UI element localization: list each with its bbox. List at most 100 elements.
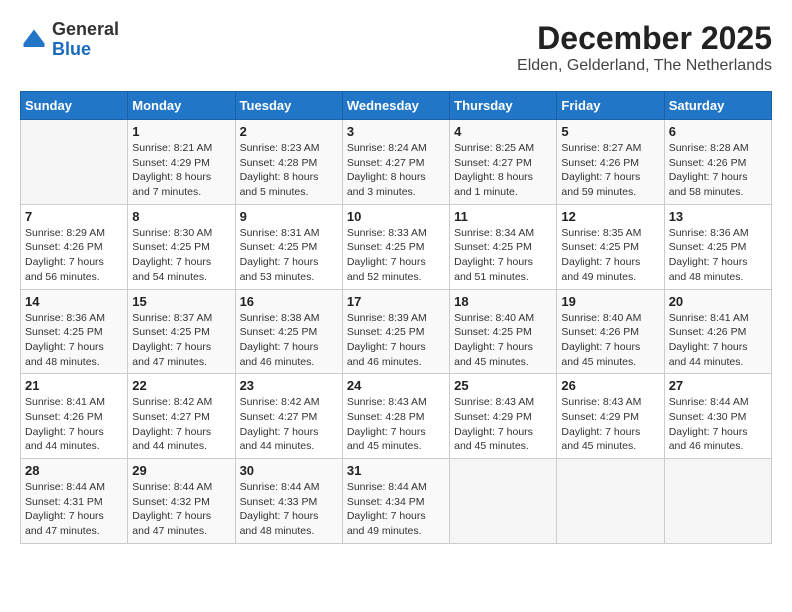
weekday-header: Tuesday [235, 92, 342, 120]
day-info: Sunrise: 8:38 AM Sunset: 4:25 PM Dayligh… [240, 311, 338, 370]
day-info: Sunrise: 8:43 AM Sunset: 4:28 PM Dayligh… [347, 395, 445, 454]
calendar-cell: 30Sunrise: 8:44 AM Sunset: 4:33 PM Dayli… [235, 459, 342, 544]
calendar-week-row: 7 Sunrise: 8:29 AM Sunset: 4:26 PM Daylig… [21, 204, 772, 289]
day-number: 6 [669, 124, 767, 139]
day-number: 11 [454, 209, 552, 224]
day-info: Sunrise: 8:44 AM Sunset: 4:34 PM Dayligh… [347, 480, 445, 539]
calendar-cell [664, 459, 771, 544]
calendar-cell: 25Sunrise: 8:43 AM Sunset: 4:29 PM Dayli… [450, 374, 557, 459]
weekday-header: Monday [128, 92, 235, 120]
day-info: Sunrise: 8:21 AM Sunset: 4:29 PM Dayligh… [132, 141, 230, 200]
day-number: 17 [347, 294, 445, 309]
day-info: Sunrise: 8:34 AM Sunset: 4:25 PM Dayligh… [454, 226, 552, 285]
day-number: 16 [240, 294, 338, 309]
title-area: December 2025 Elden, Gelderland, The Net… [517, 20, 772, 75]
day-info: Sunrise: 8:43 AM Sunset: 4:29 PM Dayligh… [561, 395, 659, 454]
day-number: 5 [561, 124, 659, 139]
day-number: 25 [454, 378, 552, 393]
day-info: Sunrise: 8:41 AM Sunset: 4:26 PM Dayligh… [25, 395, 123, 454]
day-info: Sunrise: 8:44 AM Sunset: 4:31 PM Dayligh… [25, 480, 123, 539]
calendar-cell: 16 Sunrise: 8:38 AM Sunset: 4:25 PM Dayli… [235, 289, 342, 374]
day-number: 14 [25, 294, 123, 309]
calendar-body: 1 Sunrise: 8:21 AM Sunset: 4:29 PM Daylig… [21, 120, 772, 544]
day-info: Sunrise: 8:40 AM Sunset: 4:26 PM Dayligh… [561, 311, 659, 370]
calendar-cell: 3 Sunrise: 8:24 AM Sunset: 4:27 PM Daylig… [342, 120, 449, 205]
day-number: 9 [240, 209, 338, 224]
calendar-cell: 13 Sunrise: 8:36 AM Sunset: 4:25 PM Dayli… [664, 204, 771, 289]
calendar-cell [450, 459, 557, 544]
calendar-cell: 17 Sunrise: 8:39 AM Sunset: 4:25 PM Dayli… [342, 289, 449, 374]
calendar-cell: 2 Sunrise: 8:23 AM Sunset: 4:28 PM Daylig… [235, 120, 342, 205]
calendar-cell: 20 Sunrise: 8:41 AM Sunset: 4:26 PM Dayli… [664, 289, 771, 374]
day-number: 1 [132, 124, 230, 139]
calendar-cell: 10Sunrise: 8:33 AM Sunset: 4:25 PM Dayli… [342, 204, 449, 289]
calendar-cell [21, 120, 128, 205]
day-info: Sunrise: 8:44 AM Sunset: 4:30 PM Dayligh… [669, 395, 767, 454]
day-info: Sunrise: 8:36 AM Sunset: 4:25 PM Dayligh… [25, 311, 123, 370]
weekday-header: Friday [557, 92, 664, 120]
day-info: Sunrise: 8:41 AM Sunset: 4:26 PM Dayligh… [669, 311, 767, 370]
day-info: Sunrise: 8:39 AM Sunset: 4:25 PM Dayligh… [347, 311, 445, 370]
day-number: 3 [347, 124, 445, 139]
month-title: December 2025 [517, 20, 772, 57]
calendar-cell: 21Sunrise: 8:41 AM Sunset: 4:26 PM Dayli… [21, 374, 128, 459]
day-info: Sunrise: 8:44 AM Sunset: 4:32 PM Dayligh… [132, 480, 230, 539]
calendar-cell: 5 Sunrise: 8:27 AM Sunset: 4:26 PM Daylig… [557, 120, 664, 205]
calendar-cell: 6 Sunrise: 8:28 AM Sunset: 4:26 PM Daylig… [664, 120, 771, 205]
calendar-cell: 29 Sunrise: 8:44 AM Sunset: 4:32 PM Dayli… [128, 459, 235, 544]
weekday-header: Wednesday [342, 92, 449, 120]
calendar-week-row: 14 Sunrise: 8:36 AM Sunset: 4:25 PM Dayli… [21, 289, 772, 374]
logo-general-text: General [52, 20, 119, 40]
day-info: Sunrise: 8:28 AM Sunset: 4:26 PM Dayligh… [669, 141, 767, 200]
calendar-cell: 9 Sunrise: 8:31 AM Sunset: 4:25 PM Daylig… [235, 204, 342, 289]
day-number: 31 [347, 463, 445, 478]
day-info: Sunrise: 8:23 AM Sunset: 4:28 PM Dayligh… [240, 141, 338, 200]
calendar-cell: 4Sunrise: 8:25 AM Sunset: 4:27 PM Daylig… [450, 120, 557, 205]
day-info: Sunrise: 8:29 AM Sunset: 4:26 PM Dayligh… [25, 226, 123, 285]
calendar-week-row: 28 Sunrise: 8:44 AM Sunset: 4:31 PM Dayli… [21, 459, 772, 544]
calendar-cell [557, 459, 664, 544]
calendar-cell: 24 Sunrise: 8:43 AM Sunset: 4:28 PM Dayli… [342, 374, 449, 459]
calendar-cell: 23Sunrise: 8:42 AM Sunset: 4:27 PM Dayli… [235, 374, 342, 459]
logo-blue-text: Blue [52, 40, 119, 60]
calendar-cell: 8 Sunrise: 8:30 AM Sunset: 4:25 PM Daylig… [128, 204, 235, 289]
day-number: 20 [669, 294, 767, 309]
day-number: 26 [561, 378, 659, 393]
day-info: Sunrise: 8:24 AM Sunset: 4:27 PM Dayligh… [347, 141, 445, 200]
day-info: Sunrise: 8:35 AM Sunset: 4:25 PM Dayligh… [561, 226, 659, 285]
day-number: 29 [132, 463, 230, 478]
calendar-cell: 22Sunrise: 8:42 AM Sunset: 4:27 PM Dayli… [128, 374, 235, 459]
day-info: Sunrise: 8:30 AM Sunset: 4:25 PM Dayligh… [132, 226, 230, 285]
day-number: 2 [240, 124, 338, 139]
logo: General Blue [20, 20, 119, 60]
calendar-week-row: 21Sunrise: 8:41 AM Sunset: 4:26 PM Dayli… [21, 374, 772, 459]
day-number: 8 [132, 209, 230, 224]
day-info: Sunrise: 8:40 AM Sunset: 4:25 PM Dayligh… [454, 311, 552, 370]
location-title: Elden, Gelderland, The Netherlands [517, 57, 772, 75]
day-number: 19 [561, 294, 659, 309]
day-info: Sunrise: 8:36 AM Sunset: 4:25 PM Dayligh… [669, 226, 767, 285]
day-info: Sunrise: 8:42 AM Sunset: 4:27 PM Dayligh… [132, 395, 230, 454]
logo-icon [20, 26, 48, 54]
day-number: 24 [347, 378, 445, 393]
calendar-cell: 18Sunrise: 8:40 AM Sunset: 4:25 PM Dayli… [450, 289, 557, 374]
calendar-table: SundayMondayTuesdayWednesdayThursdayFrid… [20, 91, 772, 544]
calendar-cell: 27Sunrise: 8:44 AM Sunset: 4:30 PM Dayli… [664, 374, 771, 459]
calendar-cell: 19 Sunrise: 8:40 AM Sunset: 4:26 PM Dayli… [557, 289, 664, 374]
page-header: General Blue December 2025 Elden, Gelder… [20, 20, 772, 75]
calendar-cell: 14 Sunrise: 8:36 AM Sunset: 4:25 PM Dayli… [21, 289, 128, 374]
day-info: Sunrise: 8:27 AM Sunset: 4:26 PM Dayligh… [561, 141, 659, 200]
calendar-cell: 28 Sunrise: 8:44 AM Sunset: 4:31 PM Dayli… [21, 459, 128, 544]
weekday-header: Thursday [450, 92, 557, 120]
day-info: Sunrise: 8:31 AM Sunset: 4:25 PM Dayligh… [240, 226, 338, 285]
calendar-cell: 15Sunrise: 8:37 AM Sunset: 4:25 PM Dayli… [128, 289, 235, 374]
day-number: 23 [240, 378, 338, 393]
day-number: 7 [25, 209, 123, 224]
day-number: 28 [25, 463, 123, 478]
calendar-cell: 11 Sunrise: 8:34 AM Sunset: 4:25 PM Dayli… [450, 204, 557, 289]
day-number: 12 [561, 209, 659, 224]
day-number: 13 [669, 209, 767, 224]
calendar-cell: 1 Sunrise: 8:21 AM Sunset: 4:29 PM Daylig… [128, 120, 235, 205]
calendar-header-row: SundayMondayTuesdayWednesdayThursdayFrid… [21, 92, 772, 120]
day-number: 10 [347, 209, 445, 224]
